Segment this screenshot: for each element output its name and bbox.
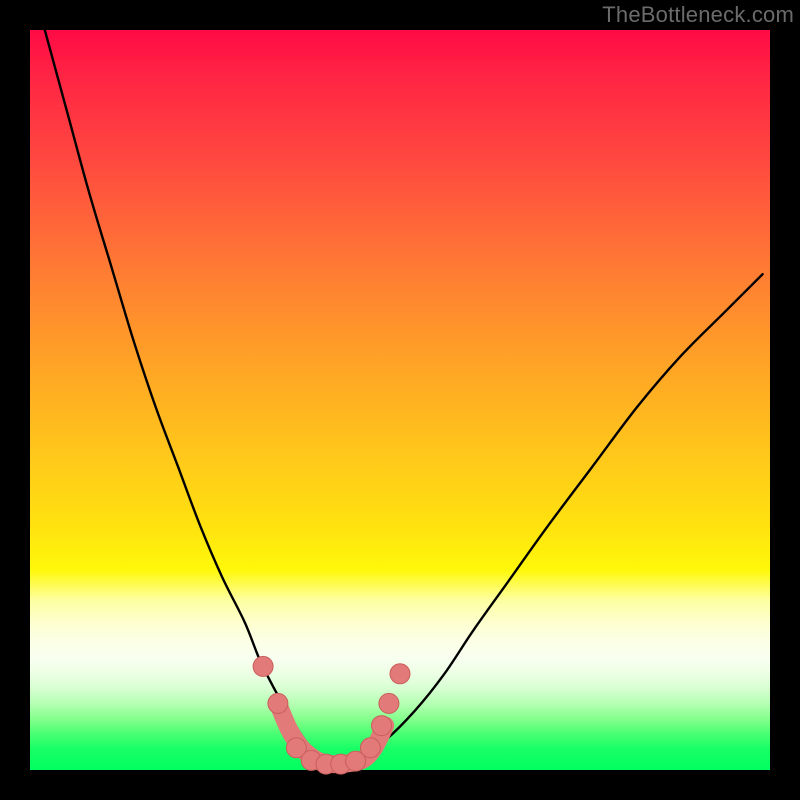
bottleneck-curve	[30, 30, 770, 770]
curve-dot	[253, 656, 273, 676]
curve-path	[45, 30, 763, 763]
curve-dot	[390, 664, 410, 684]
plot-area	[30, 30, 770, 770]
chart-frame: TheBottleneck.com	[0, 0, 800, 800]
curve-dot	[360, 738, 380, 758]
curve-dot	[268, 693, 288, 713]
watermark-text: TheBottleneck.com	[602, 2, 794, 28]
curve-dot	[379, 693, 399, 713]
curve-dot	[372, 716, 392, 736]
